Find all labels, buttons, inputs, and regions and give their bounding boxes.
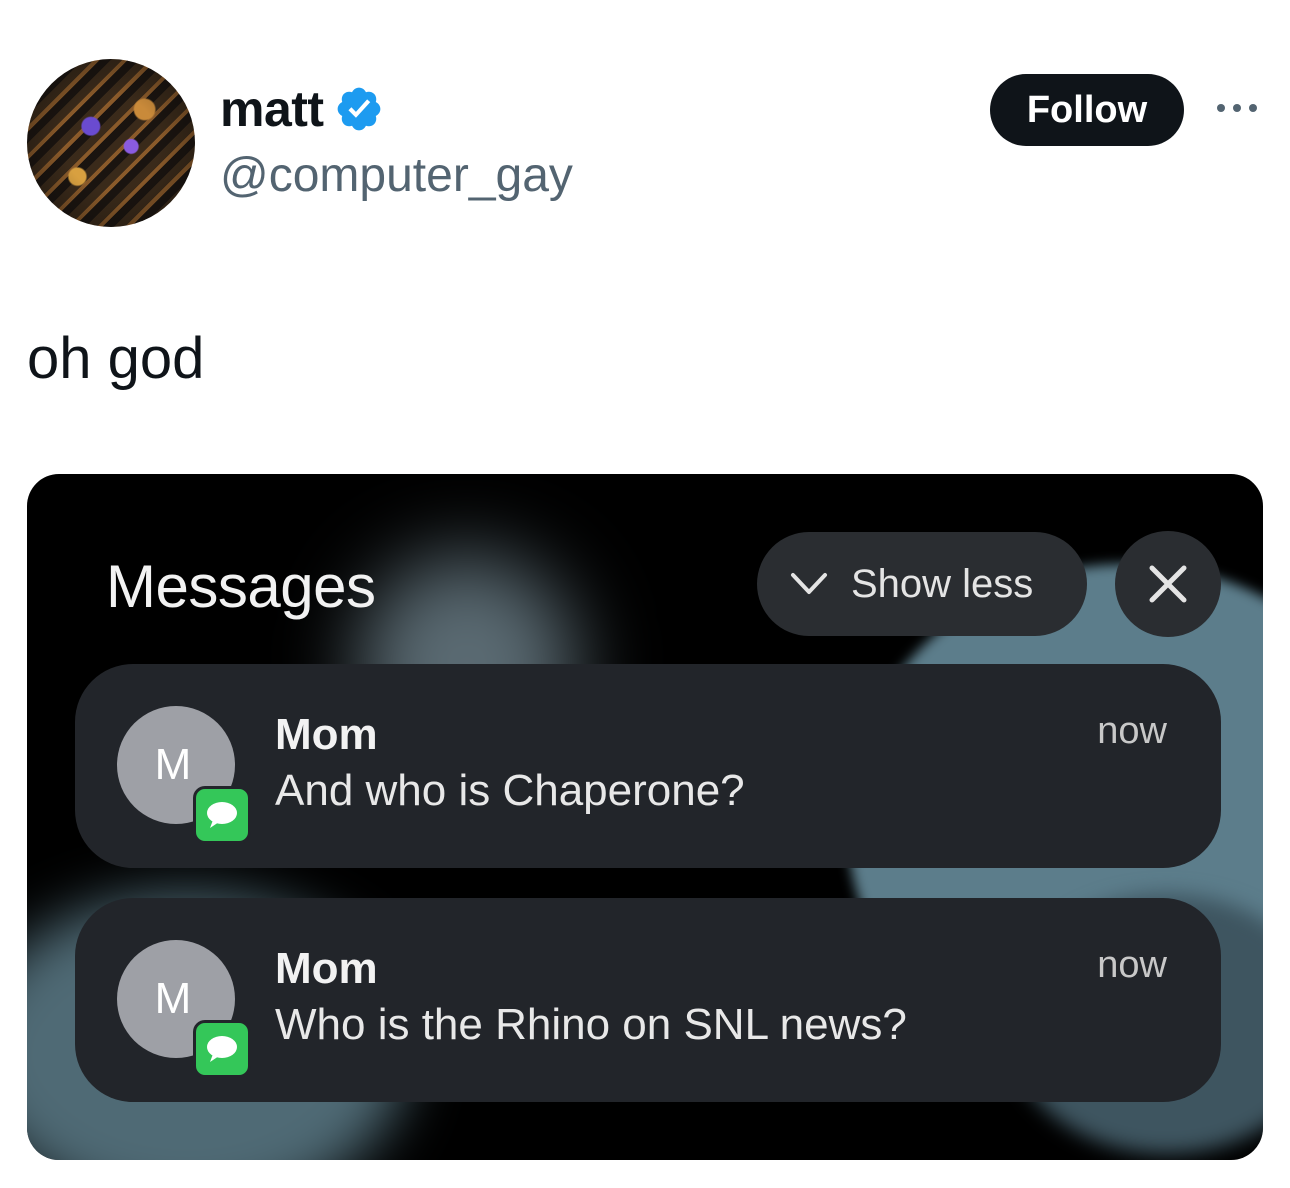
close-icon [1149,565,1187,603]
notification-sender: Mom [275,944,378,993]
notification-time: now [1097,710,1167,752]
notification-sender: Mom [275,710,378,759]
tweet-text: oh god [27,326,205,391]
author-name-row: matt [220,80,384,138]
tweet-media-image[interactable]: Messages Show less M Mom And who is Chap… [27,474,1263,1160]
author-handle[interactable]: @computer_gay [220,148,573,203]
follow-button[interactable]: Follow [990,74,1184,146]
message-bubble-icon [207,802,237,828]
show-less-label: Show less [851,561,1034,606]
messages-group-header: Messages [106,553,376,620]
messages-app-badge [193,1020,251,1078]
chevron-down-icon [791,573,827,594]
dismiss-button[interactable] [1115,531,1221,637]
messages-app-badge [193,786,251,844]
author-avatar[interactable] [27,59,195,227]
more-options-icon[interactable] [1213,96,1261,120]
verified-badge-icon [337,87,380,131]
notification-message: And who is Chaperone? [275,766,745,815]
author-display-name[interactable]: matt [220,80,324,138]
message-bubble-icon [207,1036,237,1062]
notification-time: now [1097,944,1167,986]
notification-message: Who is the Rhino on SNL news? [275,1000,907,1049]
notification-card[interactable]: M Mom And who is Chaperone? now [75,664,1221,868]
show-less-button[interactable]: Show less [757,532,1087,636]
notification-card[interactable]: M Mom Who is the Rhino on SNL news? now [75,898,1221,1102]
